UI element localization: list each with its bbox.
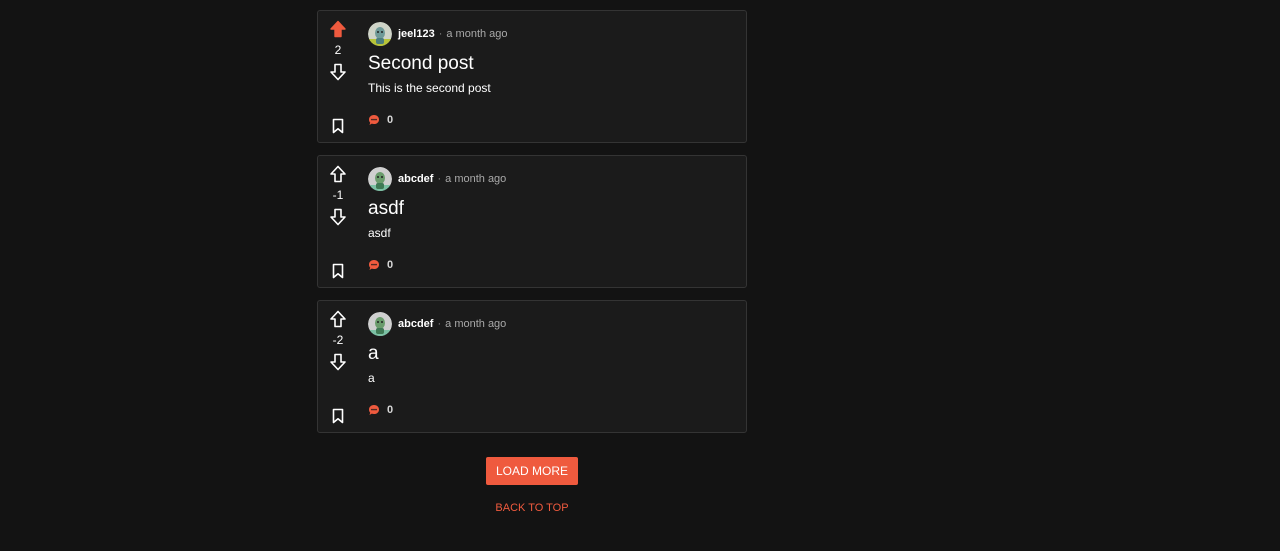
meta-separator: ·: [437, 173, 442, 185]
comments-button[interactable]: 0: [368, 259, 393, 271]
upvote-button[interactable]: [329, 165, 347, 183]
post-meta: abcdef · a month ago: [368, 167, 738, 191]
comment-icon: [369, 405, 379, 415]
post-title[interactable]: Second post: [368, 52, 738, 76]
avatar[interactable]: [368, 22, 392, 46]
post-excerpt: a: [368, 371, 375, 385]
upvote-button[interactable]: [329, 20, 347, 38]
vote-score: -1: [332, 188, 344, 202]
post-card: 2 jeel123 · a month ago Second post This…: [317, 10, 747, 143]
post-title[interactable]: a: [368, 342, 738, 366]
bookmark-icon[interactable]: [331, 263, 345, 279]
post-excerpt: asdf: [368, 226, 391, 240]
avatar[interactable]: [368, 312, 392, 336]
comments-button[interactable]: 0: [368, 404, 393, 416]
vote-column: -2: [318, 301, 358, 432]
post-time: a month ago: [446, 28, 508, 40]
comment-count: 0: [387, 404, 394, 416]
author-name[interactable]: abcdef: [398, 173, 433, 185]
comment-icon: [369, 260, 379, 270]
meta-separator: ·: [438, 28, 443, 40]
meta-separator: ·: [437, 318, 442, 330]
post-body: abcdef · a month ago asdf asdf: [368, 167, 738, 240]
comment-count: 0: [387, 114, 394, 126]
load-more-button[interactable]: LOAD MORE: [486, 457, 578, 485]
post-excerpt: This is the second post: [368, 81, 491, 95]
bookmark-icon[interactable]: [331, 118, 345, 134]
post-title[interactable]: asdf: [368, 197, 738, 221]
upvote-button[interactable]: [329, 310, 347, 328]
post-feed: 2 jeel123 · a month ago Second post This…: [317, 10, 747, 445]
post-card: -2 abcdef · a month ago a a 0: [317, 300, 747, 433]
vote-column: -1: [318, 156, 358, 287]
vote-column: 2: [318, 11, 358, 142]
post-meta: abcdef · a month ago: [368, 312, 738, 336]
comments-button[interactable]: 0: [368, 114, 393, 126]
post-body: jeel123 · a month ago Second post This i…: [368, 22, 738, 95]
post-time: a month ago: [445, 173, 507, 185]
downvote-button[interactable]: [329, 353, 347, 371]
post-meta: jeel123 · a month ago: [368, 22, 738, 46]
vote-score: 2: [334, 43, 342, 57]
downvote-button[interactable]: [329, 208, 347, 226]
avatar[interactable]: [368, 167, 392, 191]
bookmark-icon[interactable]: [331, 408, 345, 424]
post-time: a month ago: [445, 318, 507, 330]
vote-score: -2: [332, 333, 344, 347]
post-card: -1 abcdef · a month ago asdf asdf 0: [317, 155, 747, 288]
author-name[interactable]: jeel123: [398, 28, 435, 40]
comment-icon: [369, 115, 379, 125]
comment-count: 0: [387, 259, 394, 271]
back-to-top-link[interactable]: BACK TO TOP: [495, 502, 568, 514]
post-body: abcdef · a month ago a a: [368, 312, 738, 385]
downvote-button[interactable]: [329, 63, 347, 81]
author-name[interactable]: abcdef: [398, 318, 433, 330]
